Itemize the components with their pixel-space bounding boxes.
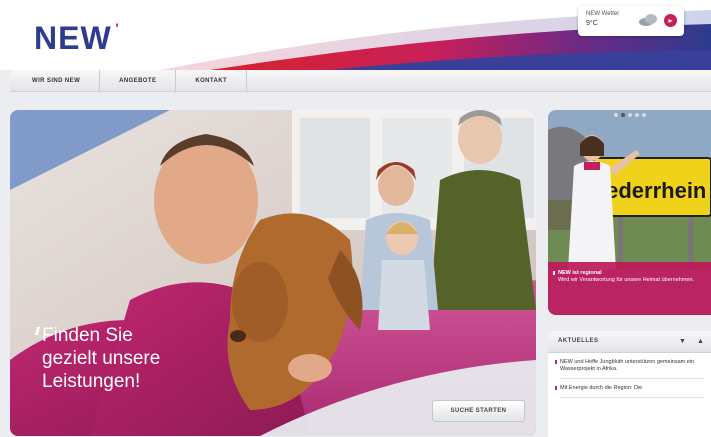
promo-caption-text: Wird wir Verantwortung für unsere Heimat… [558, 277, 695, 283]
promo-dot[interactable] [628, 113, 632, 117]
main-nav: WIR SIND NEW ANGEBOTE KONTAKT [10, 69, 711, 92]
tagline-line-3: Leistungen! [42, 371, 141, 392]
chevron-up-icon[interactable]: ▲ [694, 336, 707, 348]
weather-city: NEW Wetter [586, 11, 620, 17]
promo-teaser[interactable]: iederrhein NEW ist regional Wird wir Ver… [548, 110, 711, 315]
promo-caption-title: NEW ist regional [553, 270, 703, 277]
promo-dot[interactable] [614, 113, 618, 117]
hero-tagline: Finden Sie gezielt unsere Leistungen! [34, 324, 242, 393]
weather-temp: 9°C [586, 20, 598, 27]
news-item[interactable]: Mit Energie durch die Region: Die [555, 385, 705, 398]
site-header: NEW ' NEW Wetter 9°C ▸ [0, 0, 711, 70]
sign-text: iederrhein [600, 178, 706, 203]
tagline-line-1: Finden Sie [42, 325, 133, 346]
news-title: AKTUELLES [558, 338, 599, 344]
nav-item-angebote[interactable]: ANGEBOTE [100, 69, 177, 92]
promo-pagination [614, 113, 646, 117]
tagline-line-2: gezielt unsere [42, 348, 161, 369]
weather-widget[interactable]: NEW Wetter 9°C ▸ [578, 6, 684, 36]
news-box: AKTUELLES ▼ ▲ NEW und Hoffe Jungbluth un… [548, 331, 711, 437]
promo-dot[interactable] [635, 113, 639, 117]
promo-dot[interactable] [642, 113, 646, 117]
logo-text: NEW [34, 20, 112, 56]
nav-item-kontakt[interactable]: KONTAKT [176, 69, 248, 92]
news-header: AKTUELLES ▼ ▲ [548, 331, 711, 353]
hero-banner[interactable]: Finden Sie gezielt unsere Leistungen! SU… [10, 110, 536, 436]
suche-starten-button[interactable]: SUCHE STARTEN [432, 400, 525, 422]
promo-dot-active[interactable] [621, 113, 625, 117]
logo-accent: ' [115, 20, 120, 36]
nav-item-wir-sind-new[interactable]: WIR SIND NEW [10, 69, 101, 92]
chevron-down-icon[interactable]: ▼ [676, 336, 689, 348]
news-item[interactable]: NEW und Hoffe Jungbluth unterstützen gem… [555, 359, 705, 379]
cloud-icon [639, 14, 657, 26]
promo-caption[interactable]: NEW ist regional Wird wir Verantwortung … [548, 262, 711, 315]
arrow-right-icon[interactable]: ▸ [664, 14, 677, 27]
new-logo[interactable]: NEW ' [34, 20, 119, 56]
